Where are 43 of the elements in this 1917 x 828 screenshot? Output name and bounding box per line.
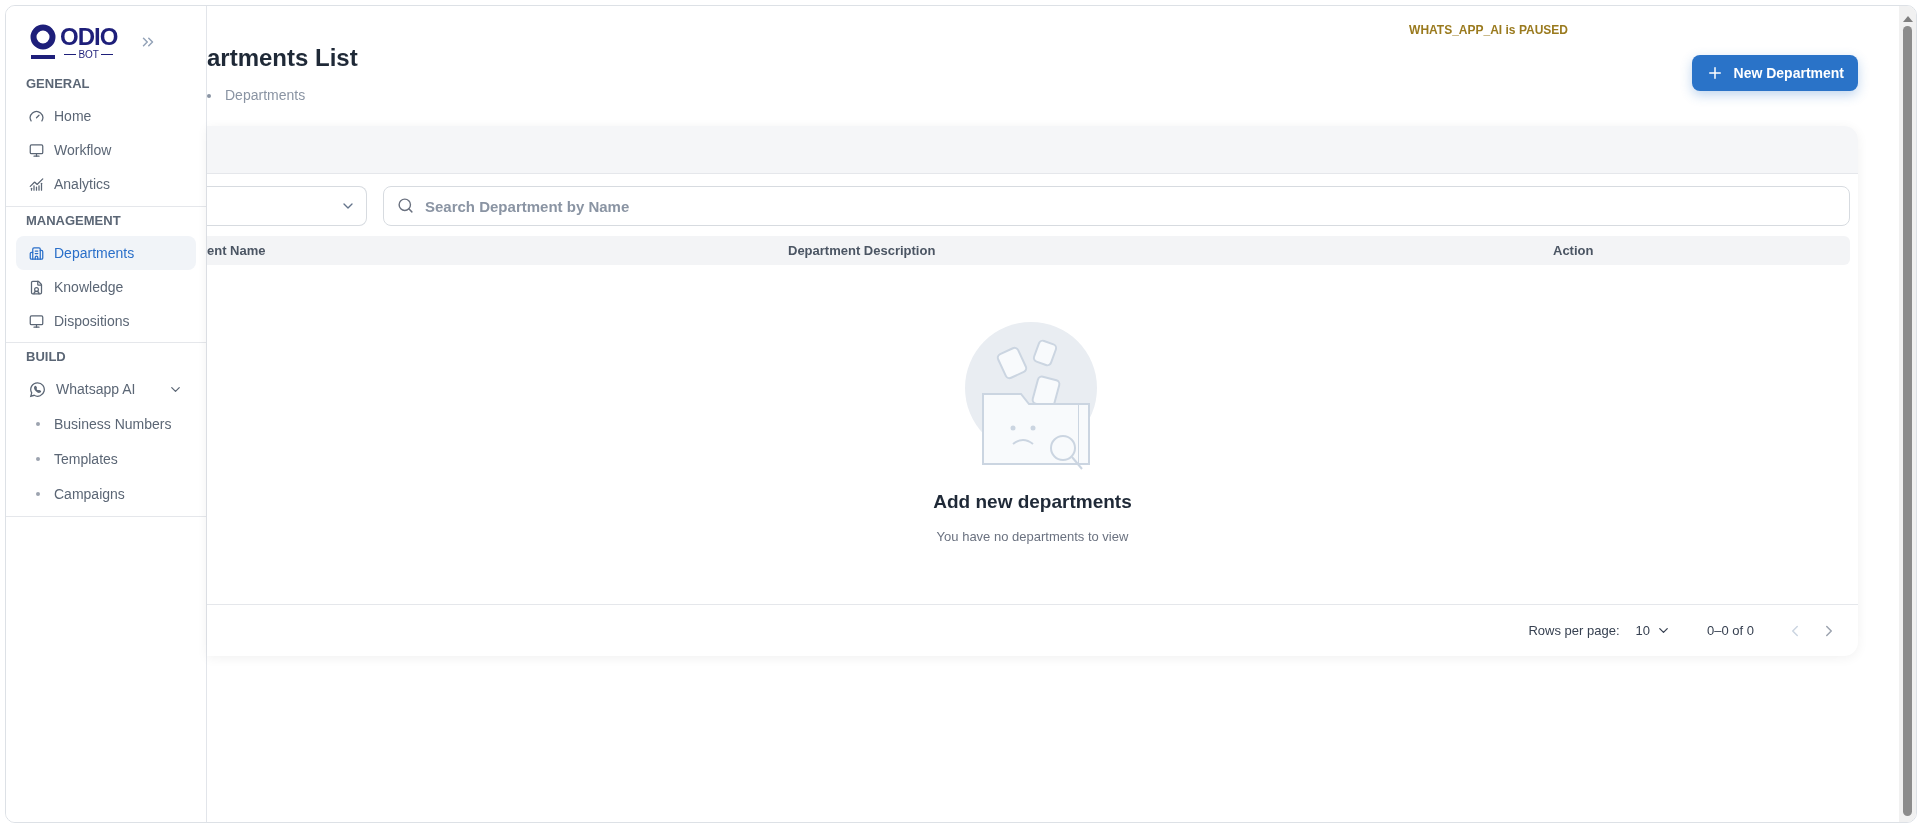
filter-dropdown[interactable] <box>207 186 367 226</box>
bullet-icon <box>36 422 40 426</box>
column-header: Action <box>1553 241 1595 260</box>
menu-icon <box>29 109 44 124</box>
new-department-button[interactable]: New Department <box>1691 55 1858 91</box>
column-header: ent Name <box>207 241 267 260</box>
section-title: BUILD <box>25 348 67 366</box>
page-title: artments List <box>207 43 358 73</box>
section-title: GENERAL <box>25 75 91 93</box>
empty-state-subtitle: You have no departments to view <box>936 527 1129 546</box>
sidebar-subitem[interactable]: Campaigns <box>16 476 196 512</box>
logo-tagline: BOT <box>64 48 113 60</box>
logo-name: ODIO <box>60 24 118 49</box>
menu-icon <box>29 279 44 295</box>
search-field[interactable]: Search Department by Name <box>383 186 1850 226</box>
sidebar-subitem[interactable]: Templates <box>16 441 196 477</box>
menu-icon <box>29 313 44 329</box>
empty-state-title: Add new departments <box>933 490 1132 514</box>
logo-icon <box>30 24 56 60</box>
section-title: MANAGEMENT <box>25 211 122 230</box>
sidebar-item[interactable]: Knowledge <box>16 270 196 304</box>
sidebar-subitem[interactable]: Business Numbers <box>16 406 196 442</box>
sidebar-item[interactable]: Home <box>16 99 196 134</box>
chat-phone-icon <box>29 381 46 398</box>
bullet-icon <box>36 457 40 461</box>
page-range: 0–0 of 0 <box>1707 621 1754 640</box>
scrollbar[interactable] <box>1899 6 1916 822</box>
sidebar-item[interactable]: Departments <box>16 236 196 270</box>
sidebar-item[interactable]: Analytics <box>16 167 196 202</box>
sidebar-item[interactable]: Whatsapp AI <box>16 372 196 407</box>
status-text: WHATS_APP_AI is PAUSED <box>1409 22 1568 39</box>
rows-per-page-select[interactable]: 10 <box>1635 620 1671 641</box>
menu-icon <box>29 245 44 261</box>
bullet-icon <box>36 492 40 496</box>
sidebar-item[interactable]: Dispositions <box>16 304 196 338</box>
menu-icon <box>29 177 44 192</box>
menu-icon <box>29 143 44 158</box>
breadcrumb-separator-icon <box>207 93 211 98</box>
search-icon <box>397 197 414 214</box>
sidebar-item[interactable]: Workflow <box>16 133 196 168</box>
rows-per-page-label: Rows per page: <box>1528 621 1620 640</box>
breadcrumb-link[interactable]: Departments <box>225 85 306 106</box>
column-header: Department Description <box>787 241 937 260</box>
